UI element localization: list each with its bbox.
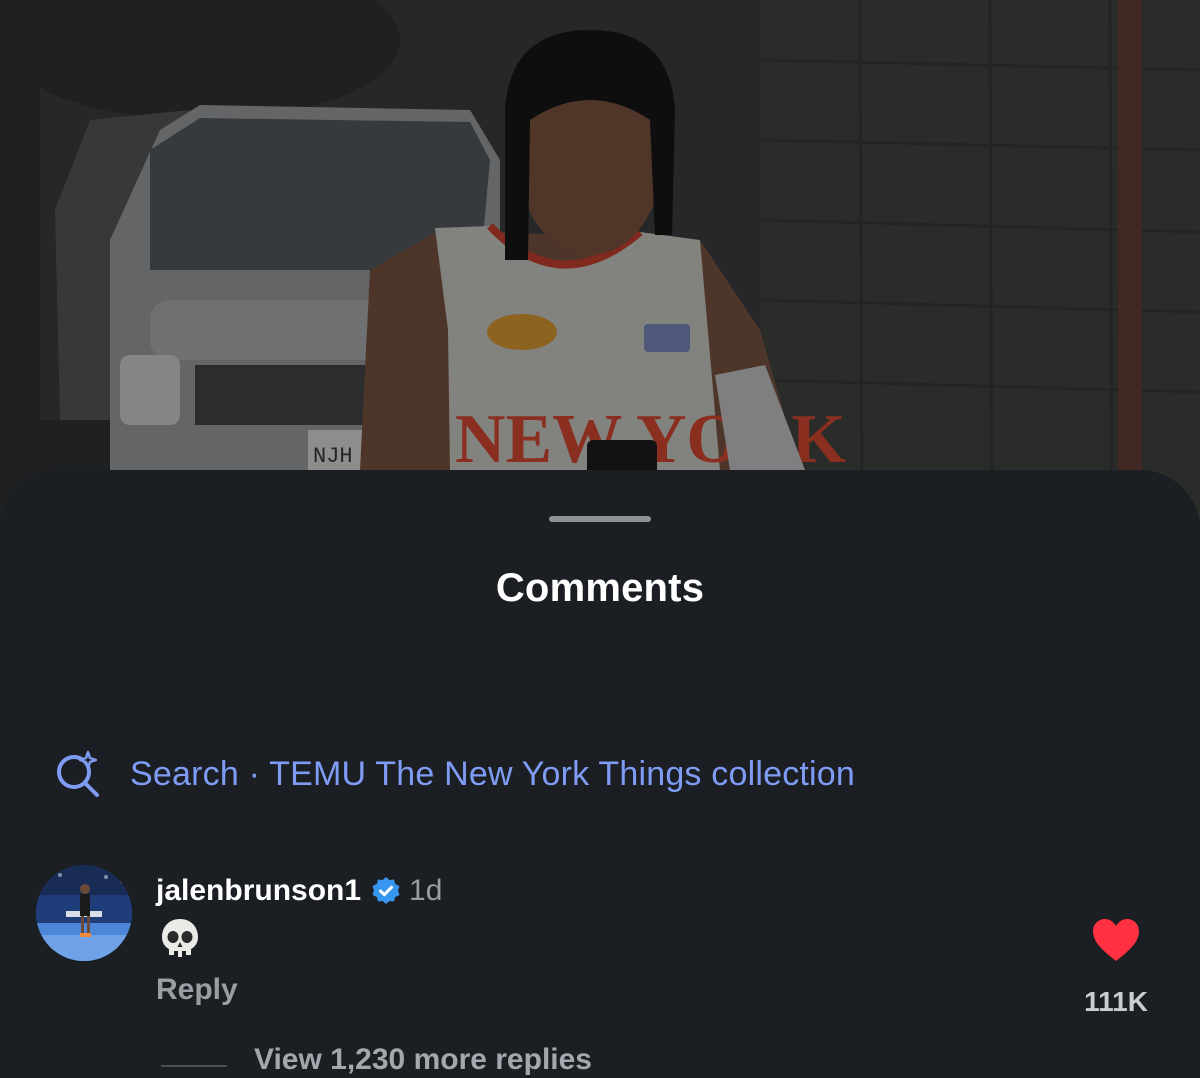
video-frame: NJH NEW YORK [0, 0, 1200, 520]
comment-username[interactable]: jalenbrunson1 [156, 874, 361, 908]
skull-emoji-icon [162, 919, 198, 957]
comment-timestamp: 1d [409, 874, 443, 907]
comment-item: jalenbrunson1 1d Reply 111K View 1,230 m… [36, 863, 1166, 1078]
avatar[interactable] [36, 865, 132, 961]
screen: NJH NEW YORK Comments Search · TEMU The … [0, 0, 1200, 1078]
like-count: 111K [1084, 986, 1148, 1017]
like-button[interactable] [1091, 917, 1141, 963]
heart-filled-icon [1093, 919, 1139, 961]
sheet-title: Comments [495, 566, 705, 610]
view-replies-button[interactable]: View 1,230 more replies [254, 1043, 592, 1077]
search-suggestion[interactable]: Search · TEMU The New York Things collec… [54, 748, 855, 800]
verified-badge-icon [371, 876, 401, 906]
comments-sheet: Comments Search · TEMU The New York Thin… [0, 470, 1200, 1078]
sheet-drag-handle[interactable] [549, 516, 651, 522]
video-preview[interactable]: NJH NEW YORK [0, 0, 1200, 520]
replies-divider [161, 1065, 227, 1067]
search-suggestion-text: Search · TEMU The New York Things collec… [130, 754, 856, 793]
reply-button[interactable]: Reply [156, 973, 238, 1007]
comment-text [160, 917, 200, 961]
sparkle-search-icon [54, 750, 102, 798]
comment-header: jalenbrunson1 1d [156, 871, 442, 911]
